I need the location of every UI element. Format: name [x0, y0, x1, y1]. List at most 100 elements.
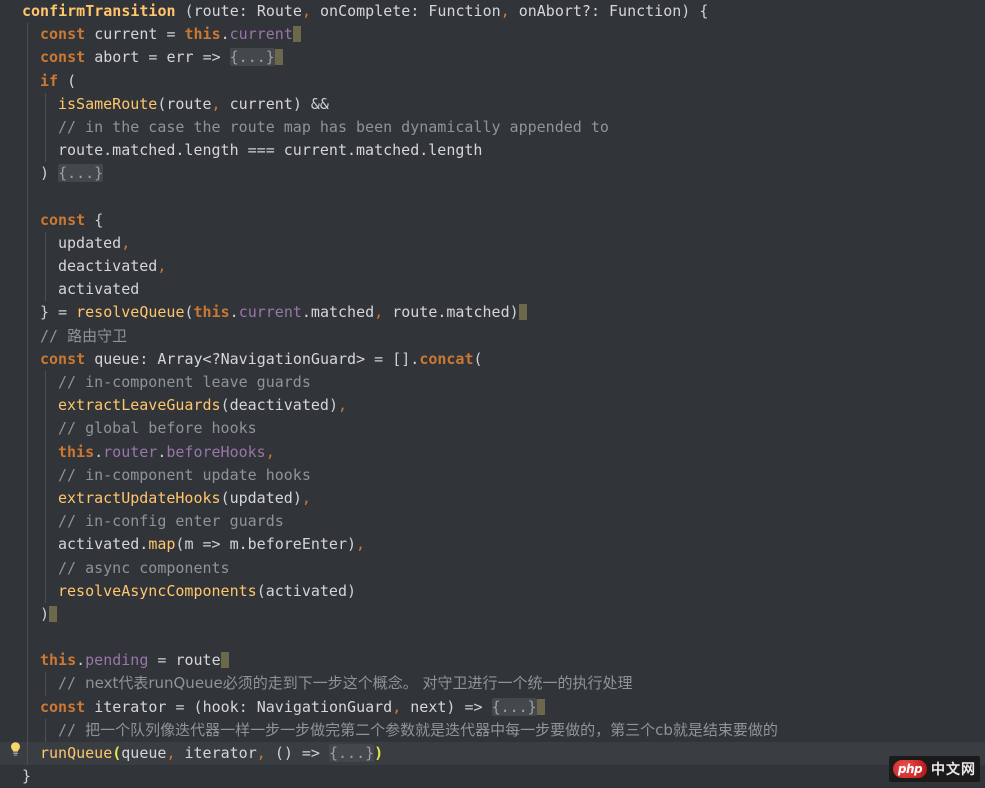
code-line[interactable]: updated, — [0, 232, 985, 255]
code-line[interactable]: // async components — [0, 557, 985, 580]
code-token: onComplete — [320, 2, 410, 20]
code-token: activated — [266, 582, 347, 600]
code-token: queue — [121, 744, 166, 762]
code-line[interactable]: route.matched.length === current.matched… — [0, 139, 985, 162]
code-comment: // in the case the route map has been dy… — [58, 118, 609, 136]
code-line[interactable]: runQueue(queue, iterator, () => {...}) — [0, 742, 985, 765]
code-token: , — [501, 2, 519, 20]
code-line[interactable]: // next代表runQueue必须的走到下一步这个概念。 对守卫进行一个统一… — [0, 672, 985, 695]
indent-guide — [45, 441, 46, 464]
code-line[interactable]: ) {...} — [0, 162, 985, 185]
indent-guide — [45, 232, 46, 255]
code-token: confirmTransition — [22, 2, 185, 20]
code-token: {...} — [492, 698, 537, 716]
code-line[interactable]: activated.map(m => m.beforeEnter), — [0, 533, 985, 556]
code-line[interactable]: const abort = err => {...} — [0, 46, 985, 69]
code-token: : — [239, 698, 257, 716]
code-token: , — [302, 489, 311, 507]
code-line[interactable]: const { — [0, 209, 985, 232]
code-line[interactable]: extractUpdateHooks(updated), — [0, 487, 985, 510]
code-line[interactable]: const queue: Array<?NavigationGuard> = [… — [0, 348, 985, 371]
code-line[interactable]: confirmTransition (route: Route, onCompl… — [0, 0, 985, 23]
code-token: . — [230, 303, 239, 321]
code-line-text: // in the case the route map has been dy… — [58, 118, 609, 136]
code-line[interactable]: // in the case the route map has been dy… — [0, 116, 985, 139]
code-token: Function — [609, 2, 681, 20]
code-line[interactable]: isSameRoute(route, current) && — [0, 93, 985, 116]
code-token: queue — [94, 350, 139, 368]
code-line[interactable]: } — [0, 765, 985, 788]
code-token: ) && — [293, 95, 329, 113]
indent-guide — [27, 557, 28, 580]
code-line[interactable] — [0, 626, 985, 649]
code-line[interactable]: this.router.beforeHooks, — [0, 441, 985, 464]
code-token: ) — [347, 582, 356, 600]
code-token: ( — [185, 2, 194, 20]
indent-guide — [27, 232, 28, 255]
code-line[interactable]: this.pending = route — [0, 649, 985, 672]
code-line-text: resolveAsyncComponents(activated) — [58, 582, 356, 600]
code-token: extractLeaveGuards — [58, 396, 221, 414]
code-token: runQueue — [40, 744, 112, 762]
code-token: ) => — [446, 698, 491, 716]
code-line-text: confirmTransition (route: Route, onCompl… — [22, 2, 708, 20]
code-token: ( — [221, 489, 230, 507]
code-line[interactable]: activated — [0, 278, 985, 301]
code-token: ) — [293, 489, 302, 507]
code-token: ( — [185, 303, 194, 321]
code-token: iterator — [94, 698, 175, 716]
indent-guide — [45, 719, 46, 742]
indent-guide — [27, 603, 28, 626]
indent-guide — [27, 719, 28, 742]
code-line[interactable]: } = resolveQueue(this.current.matched, r… — [0, 301, 985, 324]
code-line-text: ) — [40, 605, 57, 623]
code-line[interactable]: // global before hooks — [0, 417, 985, 440]
code-line[interactable]: const current = this.current — [0, 23, 985, 46]
code-line[interactable]: // in-component update hooks — [0, 464, 985, 487]
code-token: , — [374, 303, 392, 321]
code-line[interactable]: ) — [0, 603, 985, 626]
indent-guide — [27, 417, 28, 440]
code-line-text: if ( — [40, 72, 76, 90]
code-line[interactable] — [0, 186, 985, 209]
code-line[interactable]: resolveAsyncComponents(activated) — [0, 580, 985, 603]
code-line[interactable]: deactivated, — [0, 255, 985, 278]
code-token: resolveQueue — [76, 303, 184, 321]
code-line[interactable]: // 路由守卫 — [0, 325, 985, 348]
code-token: resolveAsyncComponents — [58, 582, 257, 600]
code-token: ( — [58, 72, 76, 90]
code-line[interactable]: const iterator = (hook: NavigationGuard,… — [0, 696, 985, 719]
code-line-text: activated.map(m => m.beforeEnter), — [58, 535, 365, 553]
indent-guide — [45, 371, 46, 394]
code-token: , — [356, 535, 365, 553]
code-line[interactable]: extractLeaveGuards(deactivated), — [0, 394, 985, 417]
code-token: m — [184, 535, 202, 553]
inlay-marker — [275, 49, 283, 65]
code-line[interactable]: // 把一个队列像迭代器一样一步一步做完第二个参数就是迭代器中每一步要做的，第三… — [0, 719, 985, 742]
code-token: m.beforeEnter — [230, 535, 347, 553]
code-content[interactable]: confirmTransition (route: Route, onCompl… — [0, 0, 985, 787]
inlay-marker — [519, 304, 527, 320]
code-token: route — [194, 2, 239, 20]
code-line[interactable]: // in-config enter guards — [0, 510, 985, 533]
code-comment: // next代表runQueue必须的走到下一步这个概念。 对守卫进行一个统一… — [58, 674, 633, 692]
indent-guide — [45, 278, 46, 301]
code-token: onAbort? — [519, 2, 591, 20]
code-token: current — [94, 25, 166, 43]
code-editor[interactable]: confirmTransition (route: Route, onCompl… — [0, 0, 985, 787]
code-token: : — [591, 2, 609, 20]
code-line[interactable]: // in-component leave guards — [0, 371, 985, 394]
code-token: ) — [347, 535, 356, 553]
code-line-text: // next代表runQueue必须的走到下一步这个概念。 对守卫进行一个统一… — [58, 674, 633, 692]
code-token: {...} — [230, 48, 275, 66]
watermark-text: 中文网 — [931, 759, 976, 779]
code-token: => — [203, 535, 230, 553]
indent-guide — [45, 394, 46, 417]
code-line[interactable]: if ( — [0, 70, 985, 93]
code-token: . — [221, 25, 230, 43]
code-token: updated — [58, 234, 121, 252]
code-token: Route — [257, 2, 302, 20]
code-token: , — [157, 257, 166, 275]
lightbulb-icon[interactable] — [8, 741, 23, 758]
indent-guide — [27, 464, 28, 487]
